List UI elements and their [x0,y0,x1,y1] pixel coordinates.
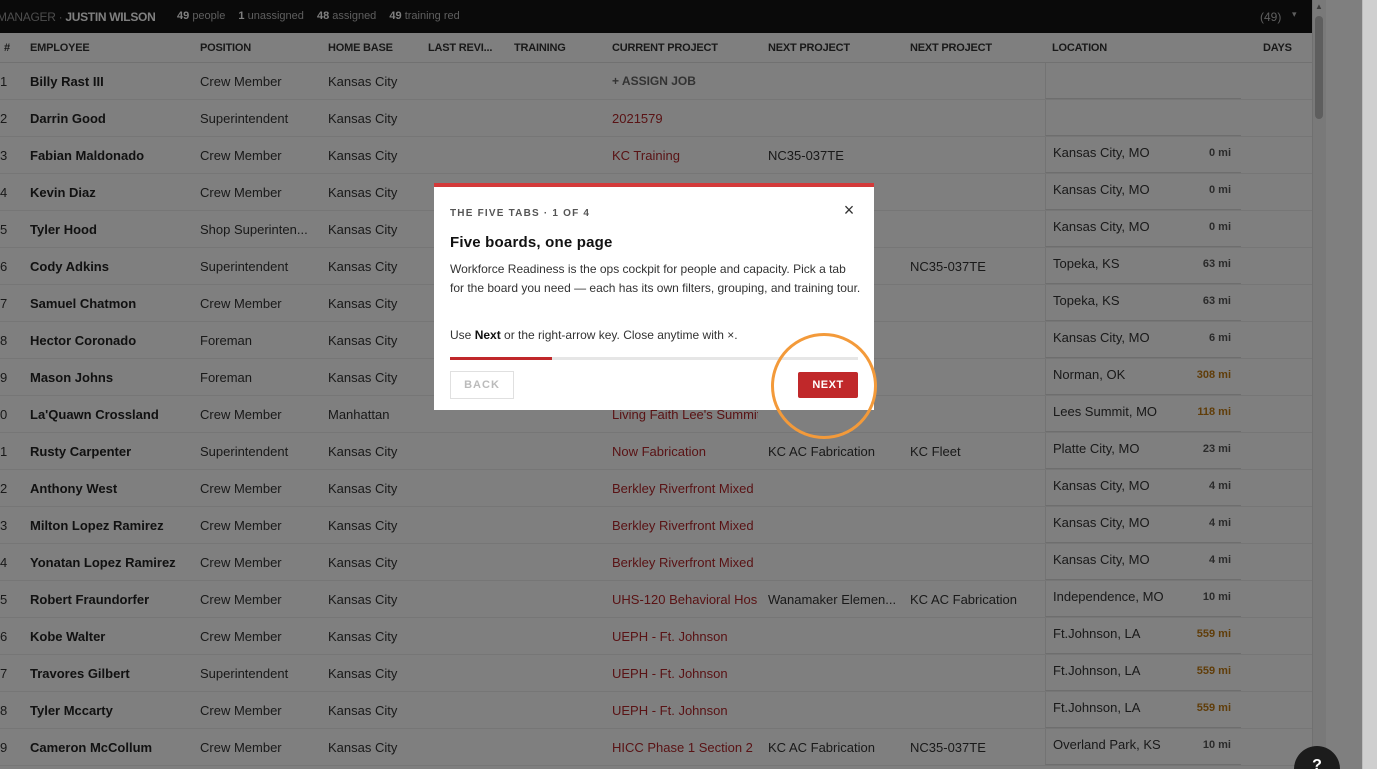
close-icon[interactable]: × [840,201,858,219]
tour-progress-fill [450,357,552,360]
browser-scrollbar[interactable] [1362,0,1377,769]
tour-body: Workforce Readiness is the ops cockpit f… [450,262,861,295]
workforce-readiness-app: MANAGER · JUSTIN WILSON 49 people 1 unas… [0,0,1377,769]
tour-title: Five boards, one page [450,234,613,251]
next-button-highlight [771,333,877,439]
back-button[interactable]: BACK [450,371,514,399]
tour-hint: Use Next or the right-arrow key. Close a… [450,328,738,342]
tour-step-label: THE FIVE TABS · 1 OF 4 [450,208,591,219]
